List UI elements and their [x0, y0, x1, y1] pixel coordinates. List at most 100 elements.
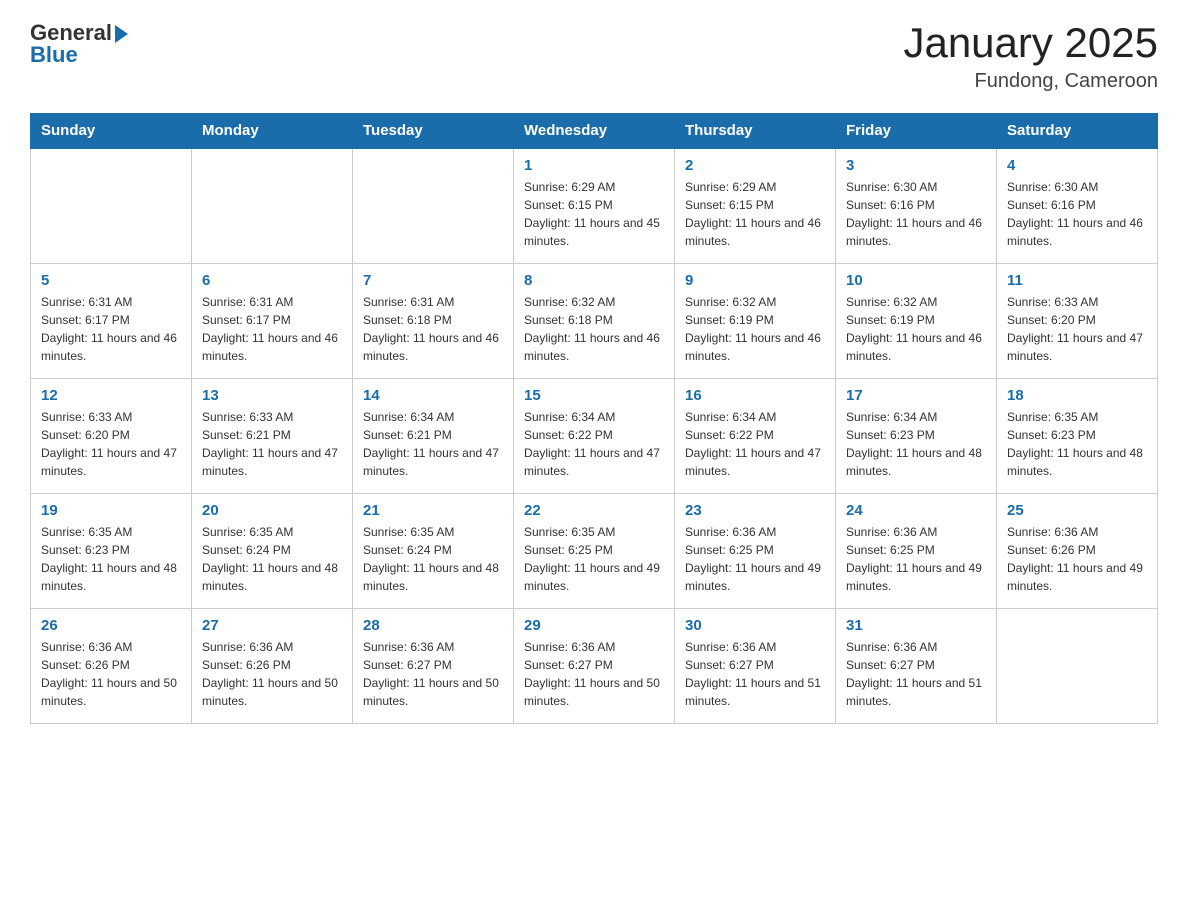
day-info: Sunrise: 6:33 AM Sunset: 6:20 PM Dayligh…: [41, 408, 181, 480]
calendar-cell: [353, 148, 514, 263]
logo: General Blue: [30, 20, 128, 68]
day-number: 18: [1007, 387, 1147, 404]
calendar-cell: 27 Sunrise: 6:36 AM Sunset: 6:26 PM Dayli…: [192, 608, 353, 723]
day-number: 23: [685, 502, 825, 519]
calendar-cell: 19 Sunrise: 6:35 AM Sunset: 6:23 PM Dayli…: [31, 493, 192, 608]
day-number: 5: [41, 272, 181, 289]
day-info: Sunrise: 6:35 AM Sunset: 6:24 PM Dayligh…: [363, 523, 503, 595]
calendar-cell: 29 Sunrise: 6:36 AM Sunset: 6:27 PM Dayli…: [514, 608, 675, 723]
day-number: 19: [41, 502, 181, 519]
calendar-cell: 23 Sunrise: 6:36 AM Sunset: 6:25 PM Dayli…: [675, 493, 836, 608]
logo-triangle-icon: [115, 25, 128, 43]
day-info: Sunrise: 6:34 AM Sunset: 6:22 PM Dayligh…: [524, 408, 664, 480]
calendar-cell: 2Sunrise: 6:29 AM Sunset: 6:15 PM Daylig…: [675, 148, 836, 263]
logo-blue-text: Blue: [30, 42, 78, 68]
calendar-week-row: 26 Sunrise: 6:36 AM Sunset: 6:26 PM Dayli…: [31, 608, 1158, 723]
day-info: Sunrise: 6:33 AM Sunset: 6:21 PM Dayligh…: [202, 408, 342, 480]
calendar-week-row: 12 Sunrise: 6:33 AM Sunset: 6:20 PM Dayli…: [31, 378, 1158, 493]
day-number: 16: [685, 387, 825, 404]
dow-header-saturday: Saturday: [997, 114, 1158, 149]
day-number: 30: [685, 617, 825, 634]
day-info: Sunrise: 6:36 AM Sunset: 6:25 PM Dayligh…: [846, 523, 986, 595]
calendar-cell: 13 Sunrise: 6:33 AM Sunset: 6:21 PM Dayli…: [192, 378, 353, 493]
day-number: 27: [202, 617, 342, 634]
dow-header-wednesday: Wednesday: [514, 114, 675, 149]
day-info: Sunrise: 6:34 AM Sunset: 6:21 PM Dayligh…: [363, 408, 503, 480]
day-number: 25: [1007, 502, 1147, 519]
day-info: Sunrise: 6:36 AM Sunset: 6:27 PM Dayligh…: [363, 638, 503, 710]
dow-header-tuesday: Tuesday: [353, 114, 514, 149]
dow-header-sunday: Sunday: [31, 114, 192, 149]
day-number: 13: [202, 387, 342, 404]
day-number: 12: [41, 387, 181, 404]
day-info: Sunrise: 6:36 AM Sunset: 6:26 PM Dayligh…: [1007, 523, 1147, 595]
day-info: Sunrise: 6:33 AM Sunset: 6:20 PM Dayligh…: [1007, 293, 1147, 365]
days-of-week-header: SundayMondayTuesdayWednesdayThursdayFrid…: [31, 114, 1158, 149]
calendar-week-row: 19 Sunrise: 6:35 AM Sunset: 6:23 PM Dayli…: [31, 493, 1158, 608]
calendar-cell: 24 Sunrise: 6:36 AM Sunset: 6:25 PM Dayli…: [836, 493, 997, 608]
day-number: 17: [846, 387, 986, 404]
calendar-cell: [31, 148, 192, 263]
day-info: Sunrise: 6:32 AM Sunset: 6:18 PM Dayligh…: [524, 293, 664, 365]
calendar-cell: 26 Sunrise: 6:36 AM Sunset: 6:26 PM Dayli…: [31, 608, 192, 723]
day-number: 11: [1007, 272, 1147, 289]
day-info: Sunrise: 6:35 AM Sunset: 6:25 PM Dayligh…: [524, 523, 664, 595]
calendar-cell: 5 Sunrise: 6:31 AM Sunset: 6:17 PM Daylig…: [31, 263, 192, 378]
day-number: 29: [524, 617, 664, 634]
day-info: Sunrise: 6:29 AM Sunset: 6:15 PM Dayligh…: [685, 178, 825, 250]
day-number: 6: [202, 272, 342, 289]
day-info: Sunrise: 6:31 AM Sunset: 6:18 PM Dayligh…: [363, 293, 503, 365]
day-number: 9: [685, 272, 825, 289]
calendar-cell: 3 Sunrise: 6:30 AM Sunset: 6:16 PM Daylig…: [836, 148, 997, 263]
calendar-cell: 9 Sunrise: 6:32 AM Sunset: 6:19 PM Daylig…: [675, 263, 836, 378]
day-number: 15: [524, 387, 664, 404]
dow-header-friday: Friday: [836, 114, 997, 149]
day-info: Sunrise: 6:36 AM Sunset: 6:27 PM Dayligh…: [846, 638, 986, 710]
calendar-cell: 31Sunrise: 6:36 AM Sunset: 6:27 PM Dayli…: [836, 608, 997, 723]
day-number: 24: [846, 502, 986, 519]
calendar-cell: 15 Sunrise: 6:34 AM Sunset: 6:22 PM Dayli…: [514, 378, 675, 493]
day-info: Sunrise: 6:29 AM Sunset: 6:15 PM Dayligh…: [524, 178, 664, 250]
calendar-cell: 22 Sunrise: 6:35 AM Sunset: 6:25 PM Dayli…: [514, 493, 675, 608]
calendar-cell: 16 Sunrise: 6:34 AM Sunset: 6:22 PM Dayli…: [675, 378, 836, 493]
day-info: Sunrise: 6:34 AM Sunset: 6:22 PM Dayligh…: [685, 408, 825, 480]
page-header: General Blue January 2025 Fundong, Camer…: [30, 20, 1158, 93]
day-number: 7: [363, 272, 503, 289]
day-number: 20: [202, 502, 342, 519]
day-number: 3: [846, 157, 986, 174]
day-number: 22: [524, 502, 664, 519]
day-info: Sunrise: 6:36 AM Sunset: 6:26 PM Dayligh…: [202, 638, 342, 710]
day-info: Sunrise: 6:35 AM Sunset: 6:23 PM Dayligh…: [41, 523, 181, 595]
day-info: Sunrise: 6:36 AM Sunset: 6:25 PM Dayligh…: [685, 523, 825, 595]
day-number: 10: [846, 272, 986, 289]
day-info: Sunrise: 6:35 AM Sunset: 6:23 PM Dayligh…: [1007, 408, 1147, 480]
calendar-subtitle: Fundong, Cameroon: [903, 70, 1158, 93]
day-number: 14: [363, 387, 503, 404]
calendar-cell: 7 Sunrise: 6:31 AM Sunset: 6:18 PM Daylig…: [353, 263, 514, 378]
day-info: Sunrise: 6:30 AM Sunset: 6:16 PM Dayligh…: [846, 178, 986, 250]
calendar-cell: 21 Sunrise: 6:35 AM Sunset: 6:24 PM Dayli…: [353, 493, 514, 608]
day-info: Sunrise: 6:32 AM Sunset: 6:19 PM Dayligh…: [685, 293, 825, 365]
calendar-cell: 8Sunrise: 6:32 AM Sunset: 6:18 PM Daylig…: [514, 263, 675, 378]
day-info: Sunrise: 6:36 AM Sunset: 6:27 PM Dayligh…: [685, 638, 825, 710]
day-info: Sunrise: 6:31 AM Sunset: 6:17 PM Dayligh…: [202, 293, 342, 365]
calendar-title-block: January 2025 Fundong, Cameroon: [903, 20, 1158, 93]
calendar-cell: [997, 608, 1158, 723]
calendar-cell: 4Sunrise: 6:30 AM Sunset: 6:16 PM Daylig…: [997, 148, 1158, 263]
day-info: Sunrise: 6:36 AM Sunset: 6:26 PM Dayligh…: [41, 638, 181, 710]
day-number: 26: [41, 617, 181, 634]
day-info: Sunrise: 6:31 AM Sunset: 6:17 PM Dayligh…: [41, 293, 181, 365]
dow-header-thursday: Thursday: [675, 114, 836, 149]
calendar-cell: 6 Sunrise: 6:31 AM Sunset: 6:17 PM Daylig…: [192, 263, 353, 378]
calendar-cell: 18 Sunrise: 6:35 AM Sunset: 6:23 PM Dayli…: [997, 378, 1158, 493]
calendar-cell: 14 Sunrise: 6:34 AM Sunset: 6:21 PM Dayli…: [353, 378, 514, 493]
day-info: Sunrise: 6:36 AM Sunset: 6:27 PM Dayligh…: [524, 638, 664, 710]
calendar-week-row: 1 Sunrise: 6:29 AM Sunset: 6:15 PM Daylig…: [31, 148, 1158, 263]
calendar-cell: 20Sunrise: 6:35 AM Sunset: 6:24 PM Dayli…: [192, 493, 353, 608]
calendar-body: 1 Sunrise: 6:29 AM Sunset: 6:15 PM Daylig…: [31, 148, 1158, 723]
day-number: 21: [363, 502, 503, 519]
calendar-cell: 12 Sunrise: 6:33 AM Sunset: 6:20 PM Dayli…: [31, 378, 192, 493]
day-info: Sunrise: 6:32 AM Sunset: 6:19 PM Dayligh…: [846, 293, 986, 365]
day-number: 1: [524, 157, 664, 174]
day-info: Sunrise: 6:34 AM Sunset: 6:23 PM Dayligh…: [846, 408, 986, 480]
